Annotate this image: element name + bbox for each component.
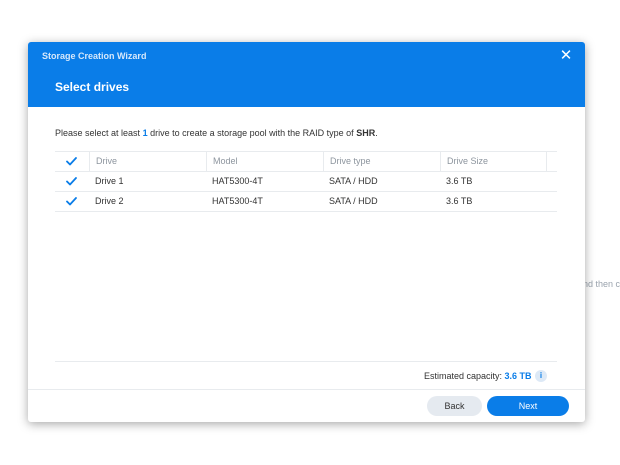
raid-type: SHR (356, 128, 376, 138)
table-row[interactable]: Drive 1 HAT5300-4T SATA / HDD 3.6 TB (55, 172, 557, 192)
info-icon[interactable]: i (535, 370, 547, 382)
estimated-capacity: Estimated capacity: 3.6 TB (424, 371, 532, 381)
dialog-header: Storage Creation Wizard ✕ Select drives (28, 42, 585, 107)
table-row[interactable]: Drive 2 HAT5300-4T SATA / HDD 3.6 TB (55, 192, 557, 212)
drive-table: Drive Model Drive type Drive Size Drive … (55, 151, 557, 212)
step-title: Select drives (55, 80, 130, 94)
instructions-text: Please select at least 1 drive to create… (55, 128, 378, 138)
select-all-checkbox[interactable] (66, 156, 77, 167)
cell-drive-size: 3.6 TB (446, 176, 473, 186)
storage-creation-wizard-dialog: Storage Creation Wizard ✕ Select drives … (28, 42, 585, 422)
instructions-middle: drive to create a storage pool with the … (147, 128, 357, 138)
capacity-value: 3.6 TB (504, 371, 532, 381)
table-header-row: Drive Model Drive type Drive Size (55, 151, 557, 172)
column-header-drive-size[interactable]: Drive Size (440, 152, 547, 171)
row-select-cell (55, 172, 89, 191)
cell-drive-size: 3.6 TB (446, 196, 473, 206)
close-icon[interactable]: ✕ (558, 48, 574, 64)
back-button[interactable]: Back (427, 396, 482, 416)
row-checkbox[interactable] (66, 176, 77, 187)
cell-model: HAT5300-4T (212, 176, 263, 186)
cell-drive: Drive 2 (95, 196, 124, 206)
column-header-model[interactable]: Model (206, 152, 323, 171)
column-header-drive-type[interactable]: Drive type (323, 152, 440, 171)
background-partial-text: nd then c (583, 279, 620, 289)
instructions-prefix: Please select at least (55, 128, 143, 138)
row-checkbox[interactable] (66, 196, 77, 207)
row-select-cell (55, 192, 89, 211)
select-all-cell (55, 152, 89, 171)
cell-drive: Drive 1 (95, 176, 124, 186)
capacity-label: Estimated capacity: (424, 371, 505, 381)
footer-divider (55, 361, 557, 362)
button-bar-divider (28, 389, 585, 390)
cell-drive-type: SATA / HDD (329, 176, 378, 186)
wizard-title: Storage Creation Wizard (42, 51, 147, 61)
column-header-drive[interactable]: Drive (89, 152, 206, 171)
cell-drive-type: SATA / HDD (329, 196, 378, 206)
cell-model: HAT5300-4T (212, 196, 263, 206)
next-button[interactable]: Next (487, 396, 569, 416)
instructions-suffix: . (375, 128, 378, 138)
